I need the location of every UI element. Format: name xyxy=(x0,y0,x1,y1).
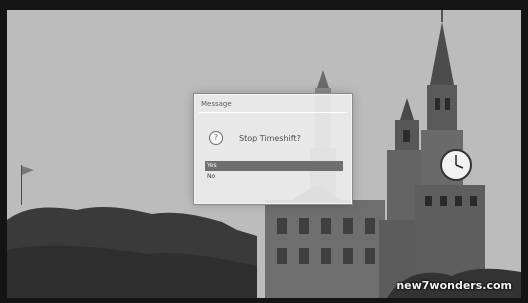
dialog-question: Stop Timeshift? xyxy=(239,134,301,143)
tv-screen: Message ? Stop Timeshift? Yes No new7won… xyxy=(7,10,521,298)
dialog-divider xyxy=(199,112,347,113)
option-no[interactable]: No xyxy=(205,172,343,182)
option-yes[interactable]: Yes xyxy=(205,161,343,171)
message-dialog: Message ? Stop Timeshift? Yes No xyxy=(194,94,352,204)
question-icon: ? xyxy=(209,131,223,145)
watermark: new7wonders.com xyxy=(396,279,512,292)
dialog-title: Message xyxy=(201,100,232,108)
